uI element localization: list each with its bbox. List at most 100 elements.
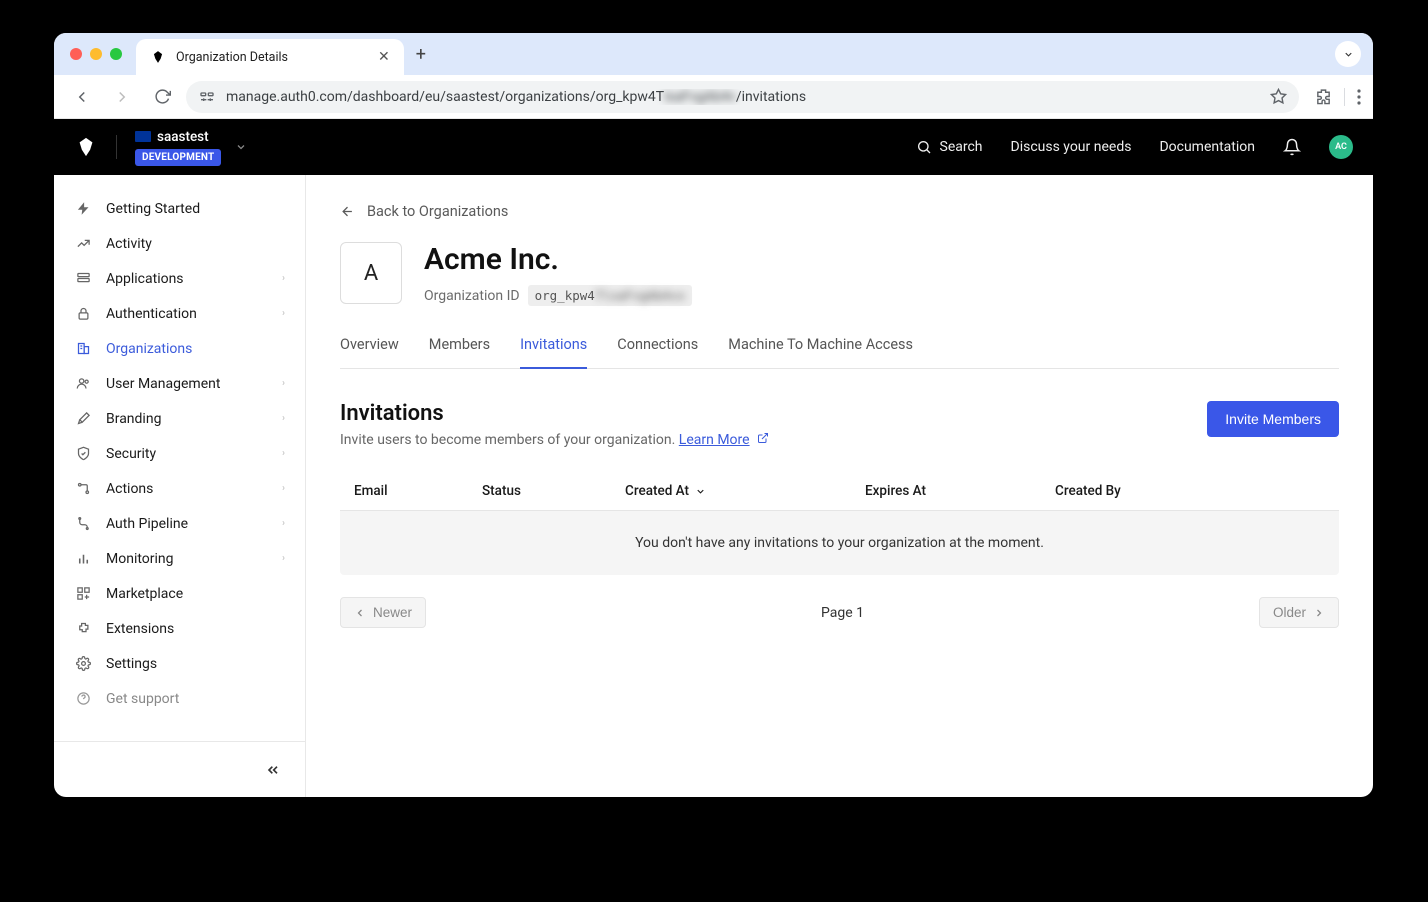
tab-overview[interactable]: Overview xyxy=(340,336,399,368)
sidebar-item-marketplace[interactable]: Marketplace xyxy=(54,576,305,611)
learn-more-link[interactable]: Learn More xyxy=(679,432,750,448)
tenant-name: saastest xyxy=(157,129,209,145)
chevron-right-icon: › xyxy=(282,518,285,529)
tab-connections[interactable]: Connections xyxy=(617,336,698,368)
sidebar-item-support[interactable]: Get support xyxy=(54,681,305,716)
users-icon xyxy=(74,375,92,393)
sidebar-item-label: Actions xyxy=(106,481,153,497)
sidebar-item-user-management[interactable]: User Management › xyxy=(54,366,305,401)
chevron-right-icon: › xyxy=(282,273,285,284)
chevron-right-icon: › xyxy=(282,553,285,564)
org-id-value[interactable]: org_kpw4TlxaFvgAb4vx xyxy=(528,285,693,306)
sidebar-item-extensions[interactable]: Extensions xyxy=(54,611,305,646)
invite-members-button[interactable]: Invite Members xyxy=(1207,401,1339,437)
table-header: Email Status Created At Expires At Creat… xyxy=(340,472,1339,511)
col-email: Email xyxy=(354,483,482,499)
org-title: Acme Inc. xyxy=(424,242,692,277)
sidebar-item-organizations[interactable]: Organizations xyxy=(54,331,305,366)
sidebar-item-label: Activity xyxy=(106,236,152,252)
sidebar-item-label: User Management xyxy=(106,376,220,392)
auth0-logo[interactable] xyxy=(74,135,98,159)
sidebar-item-branding[interactable]: Branding › xyxy=(54,401,305,436)
shield-icon xyxy=(74,445,92,463)
bookmark-icon[interactable] xyxy=(1270,88,1287,105)
col-expires-at: Expires At xyxy=(865,483,1055,499)
pipeline-icon xyxy=(74,515,92,533)
sidebar-item-label: Authentication xyxy=(106,306,197,322)
sidebar-item-label: Get support xyxy=(106,691,179,707)
chevron-left-icon xyxy=(354,607,366,619)
search-button[interactable]: Search xyxy=(916,139,983,155)
sidebar-item-label: Monitoring xyxy=(106,551,174,567)
tab-members[interactable]: Members xyxy=(429,336,490,368)
org-avatar: A xyxy=(340,242,402,304)
organizations-icon xyxy=(74,340,92,358)
section-description: Invite users to become members of your o… xyxy=(340,432,769,448)
eu-flag-icon xyxy=(135,131,151,142)
brush-icon xyxy=(74,410,92,428)
sidebar-item-label: Organizations xyxy=(106,341,192,357)
sidebar-item-auth-pipeline[interactable]: Auth Pipeline › xyxy=(54,506,305,541)
browser-menu-icon[interactable] xyxy=(1357,89,1361,105)
sidebar-item-label: Settings xyxy=(106,656,157,672)
documentation-link[interactable]: Documentation xyxy=(1159,139,1255,155)
older-button[interactable]: Older xyxy=(1259,597,1339,628)
tab-close-button[interactable]: ✕ xyxy=(378,49,390,65)
chart-icon xyxy=(74,550,92,568)
browser-tab-strip: Organization Details ✕ + xyxy=(54,33,1373,75)
chevron-down-icon xyxy=(235,141,247,153)
search-label: Search xyxy=(940,139,983,155)
sidebar-item-applications[interactable]: Applications › xyxy=(54,261,305,296)
sidebar-item-label: Branding xyxy=(106,411,161,427)
sidebar-item-getting-started[interactable]: Getting Started xyxy=(54,191,305,226)
toolbar-divider xyxy=(1344,88,1345,106)
col-created-at[interactable]: Created At xyxy=(625,483,865,499)
activity-icon xyxy=(74,235,92,253)
window-maximize-button[interactable] xyxy=(110,48,122,60)
tab-m2m-access[interactable]: Machine To Machine Access xyxy=(728,336,913,368)
sidebar-item-monitoring[interactable]: Monitoring › xyxy=(54,541,305,576)
collapse-sidebar-button[interactable] xyxy=(265,762,281,778)
env-badge: DEVELOPMENT xyxy=(135,149,221,166)
chevron-right-icon xyxy=(1313,607,1325,619)
browser-toolbar: manage.auth0.com/dashboard/eu/saastest/o… xyxy=(54,75,1373,119)
window-minimize-button[interactable] xyxy=(90,48,102,60)
sidebar-item-label: Marketplace xyxy=(106,586,183,602)
sidebar-item-label: Extensions xyxy=(106,621,174,637)
tenant-selector[interactable]: saastest DEVELOPMENT xyxy=(135,129,247,166)
grid-icon xyxy=(74,585,92,603)
window-close-button[interactable] xyxy=(70,48,82,60)
app-topnav: saastest DEVELOPMENT Search Discuss your… xyxy=(54,119,1373,175)
page-indicator: Page 1 xyxy=(821,605,864,621)
tab-invitations[interactable]: Invitations xyxy=(520,336,587,369)
tab-search-button[interactable] xyxy=(1335,41,1361,67)
sidebar-item-actions[interactable]: Actions › xyxy=(54,471,305,506)
actions-icon xyxy=(74,480,92,498)
reload-button[interactable] xyxy=(146,81,178,113)
site-controls-icon[interactable] xyxy=(198,88,216,106)
new-tab-button[interactable]: + xyxy=(416,44,426,65)
address-bar[interactable]: manage.auth0.com/dashboard/eu/saastest/o… xyxy=(186,81,1299,113)
sidebar-item-activity[interactable]: Activity xyxy=(54,226,305,261)
chevron-right-icon: › xyxy=(282,378,285,389)
back-label: Back to Organizations xyxy=(367,203,508,220)
back-to-organizations-link[interactable]: Back to Organizations xyxy=(340,203,1339,220)
discuss-link[interactable]: Discuss your needs xyxy=(1011,139,1132,155)
search-icon xyxy=(916,139,932,155)
newer-button[interactable]: Newer xyxy=(340,597,426,628)
extensions-icon[interactable] xyxy=(1315,88,1332,105)
user-avatar[interactable]: AC xyxy=(1329,135,1353,159)
sidebar-item-label: Applications xyxy=(106,271,184,287)
forward-button[interactable] xyxy=(106,81,138,113)
chevron-down-icon xyxy=(695,486,706,497)
sidebar-item-label: Getting Started xyxy=(106,201,200,217)
browser-tab[interactable]: Organization Details ✕ xyxy=(136,39,404,75)
org-tabs: Overview Members Invitations Connections… xyxy=(340,336,1339,369)
sidebar-item-settings[interactable]: Settings xyxy=(54,646,305,681)
sidebar-item-security[interactable]: Security › xyxy=(54,436,305,471)
back-button[interactable] xyxy=(66,81,98,113)
sidebar-item-authentication[interactable]: Authentication › xyxy=(54,296,305,331)
window-controls xyxy=(70,48,122,60)
external-link-icon xyxy=(754,433,769,447)
notifications-icon[interactable] xyxy=(1283,138,1301,156)
